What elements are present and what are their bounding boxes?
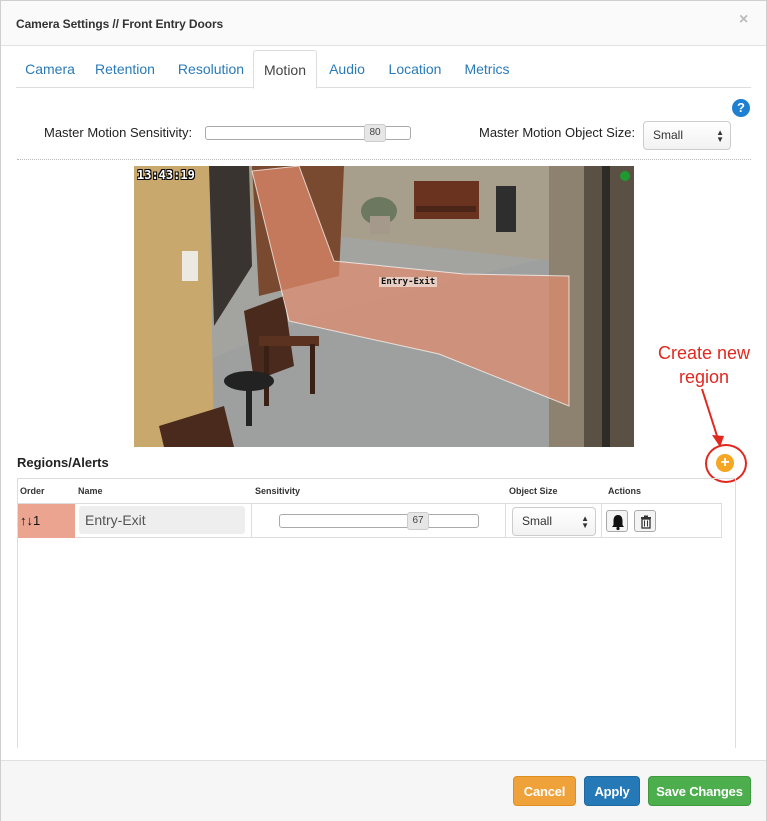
cancel-button[interactable]: Cancel [513, 776, 576, 806]
cell-divider [601, 504, 602, 538]
region-order-number: 1 [33, 513, 41, 528]
cell-divider [251, 504, 252, 538]
tab-motion[interactable]: Motion [253, 50, 317, 89]
regions-table: Order Name Sensitivity Object Size Actio… [17, 478, 736, 748]
add-region-button[interactable]: + [716, 454, 734, 472]
column-header-order: Order [20, 486, 45, 496]
master-sensitivity-label: Master Motion Sensitivity: [44, 125, 193, 140]
camera-status-dot [620, 171, 630, 181]
master-object-size-value: Small [653, 128, 684, 142]
tab-resolution[interactable]: Resolution [168, 50, 254, 88]
dialog-titlebar: Camera Settings // Front Entry Doors × [1, 1, 766, 46]
camera-timestamp: 13:43:19 [137, 168, 195, 182]
settings-tabs: Camera Retention Resolution Motion Audio… [16, 50, 751, 89]
close-icon[interactable]: × [739, 11, 748, 29]
create-region-annotation: Create new region [649, 341, 759, 389]
column-header-name: Name [78, 486, 103, 496]
region-order-cell: ↑↓1 [18, 504, 75, 538]
region-delete-button[interactable] [634, 510, 656, 532]
region-sensitivity-handle[interactable]: 67 [407, 512, 429, 530]
bell-icon [612, 515, 624, 531]
table-row: ↑↓1 Entry-Exit 67 Small ▲ ▼ [18, 503, 722, 538]
select-arrows-icon: ▲ ▼ [716, 127, 724, 144]
select-arrows-icon: ▲ ▼ [581, 513, 589, 530]
master-object-size-select[interactable]: Small ▲ ▼ [643, 121, 731, 150]
region-overlay-label: Entry-Exit [379, 277, 438, 287]
regions-alerts-title: Regions/Alerts [17, 455, 109, 470]
region-object-size-select[interactable]: Small ▲ ▼ [512, 507, 596, 536]
tab-camera[interactable]: Camera [16, 50, 84, 88]
apply-button[interactable]: Apply [584, 776, 640, 806]
section-divider [17, 159, 751, 160]
tab-metrics[interactable]: Metrics [460, 50, 514, 88]
column-header-actions: Actions [608, 486, 642, 496]
master-sensitivity-slider[interactable]: 80 [205, 124, 411, 142]
cell-divider [505, 504, 506, 538]
column-header-object-size: Object Size [509, 486, 558, 496]
master-object-size-label: Master Motion Object Size: [479, 125, 636, 140]
save-changes-button[interactable]: Save Changes [648, 776, 751, 806]
tab-location[interactable]: Location [384, 50, 446, 88]
camera-scene [134, 166, 634, 447]
region-name-input[interactable]: Entry-Exit [79, 506, 245, 534]
trash-icon [641, 515, 651, 529]
tab-retention[interactable]: Retention [86, 50, 164, 88]
master-sensitivity-handle[interactable]: 80 [364, 124, 386, 142]
tab-audio[interactable]: Audio [322, 50, 372, 88]
region-object-size-value: Small [522, 514, 553, 528]
dialog-title: Camera Settings // Front Entry Doors [16, 17, 224, 31]
help-icon[interactable]: ? [732, 99, 750, 117]
region-sensitivity-slider[interactable]: 67 [279, 512, 479, 530]
camera-feed[interactable]: 13:43:19 Entry-Exit [134, 166, 634, 447]
annotation-line-1: Create new [657, 343, 751, 363]
camera-settings-dialog: Camera Settings // Front Entry Doors × C… [0, 0, 767, 821]
annotation-arrow-icon [701, 388, 724, 447]
column-header-sensitivity: Sensitivity [255, 486, 301, 496]
region-alert-button[interactable] [606, 510, 628, 532]
annotation-line-2: region [678, 367, 730, 387]
